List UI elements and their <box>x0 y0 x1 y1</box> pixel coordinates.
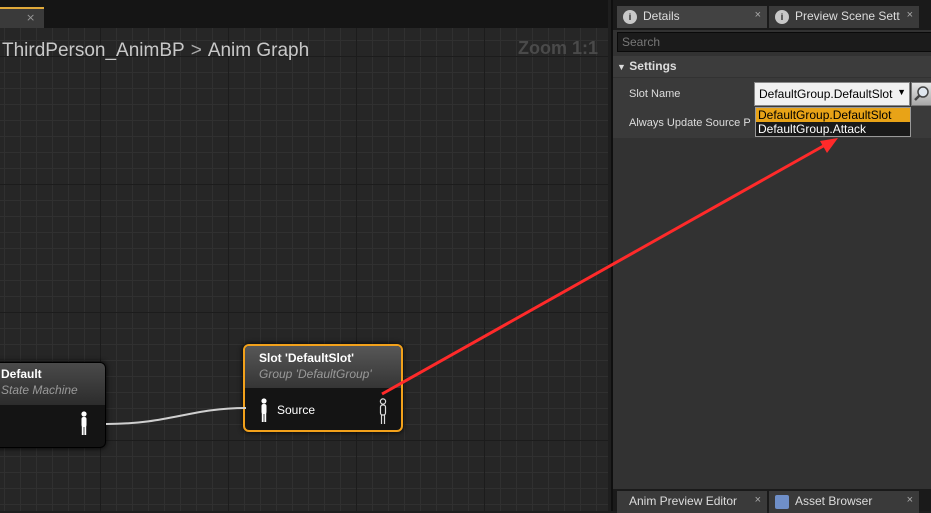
asset-browser-icon <box>775 495 789 509</box>
close-icon[interactable]: × <box>755 494 761 506</box>
zoom-level: Zoom 1:1 <box>517 38 598 58</box>
slot-node[interactable]: Slot 'DefaultSlot' Group 'DefaultGroup' … <box>243 344 403 432</box>
slot-name-combo[interactable]: DefaultGroup.DefaultSlot ▼ <box>754 82 910 106</box>
tab-preview-scene-settings[interactable]: i Preview Scene Sett × <box>769 6 919 28</box>
node-header: Default State Machine <box>0 363 105 405</box>
chevron-right-icon: > <box>190 40 202 61</box>
close-icon[interactable]: × <box>907 494 913 506</box>
always-update-source-label: Always Update Source P <box>629 117 751 129</box>
graph-header: ThirdPerson_AnimBP > Anim Graph Zoom 1:1 <box>0 30 608 70</box>
magnifier-icon <box>914 86 929 101</box>
tab-label: Anim Preview Editor <box>629 494 738 508</box>
pose-output-pin-icon[interactable] <box>377 398 389 426</box>
close-icon[interactable]: × <box>755 9 761 21</box>
settings-section-header[interactable]: ▼ Settings <box>613 56 931 77</box>
tab-label: Preview Scene Sett <box>795 9 900 23</box>
tab-label: Details <box>643 9 680 23</box>
chevron-down-icon: ▼ <box>897 87 906 97</box>
node-title: Slot 'DefaultSlot' <box>259 351 355 365</box>
tab-label: Asset Browser <box>795 494 873 508</box>
details-tab-strip: i Details × i Preview Scene Sett × <box>613 0 931 30</box>
tab-anim-preview-editor[interactable]: Anim Preview Editor × <box>617 491 767 513</box>
pose-input-pin-icon[interactable] <box>259 398 269 424</box>
breadcrumb-blueprint[interactable]: ThirdPerson_AnimBP <box>2 40 185 61</box>
tab-details[interactable]: i Details × <box>617 6 767 28</box>
combo-value: DefaultGroup.DefaultSlot <box>759 87 893 101</box>
breadcrumb-graph[interactable]: Anim Graph <box>208 40 309 61</box>
anim-graph-canvas[interactable]: × ThirdPerson_AnimBP > Anim Graph Zoom 1:1… <box>0 0 608 511</box>
document-tab[interactable]: × <box>0 7 44 28</box>
details-panel: i Details × i Preview Scene Sett × Searc… <box>611 0 931 513</box>
tab-asset-browser[interactable]: Asset Browser × <box>769 491 919 513</box>
close-icon[interactable]: × <box>26 11 35 24</box>
slot-name-label: Slot Name <box>629 88 681 100</box>
dropdown-option[interactable]: DefaultGroup.Attack <box>756 122 910 136</box>
document-tab-strip: × <box>0 0 608 28</box>
pose-output-pin-icon[interactable] <box>79 411 89 437</box>
info-icon: i <box>775 10 789 24</box>
node-title: Default <box>1 367 42 381</box>
node-subtitle: Group 'DefaultGroup' <box>259 367 372 381</box>
bottom-tab-strip: Anim Preview Editor × Asset Browser × <box>613 489 931 513</box>
browse-slot-button[interactable] <box>911 82 931 106</box>
section-title: Settings <box>629 59 677 73</box>
collapse-triangle-icon: ▼ <box>617 62 626 72</box>
source-pin-label: Source <box>277 403 316 417</box>
dropdown-option[interactable]: DefaultGroup.DefaultSlot <box>756 108 910 122</box>
state-machine-node[interactable]: Default State Machine <box>0 362 106 448</box>
node-header: Slot 'DefaultSlot' Group 'DefaultGroup' <box>245 346 401 388</box>
info-icon: i <box>623 10 637 24</box>
search-input[interactable]: Search <box>617 32 931 52</box>
node-subtitle: State Machine <box>1 383 78 397</box>
close-icon[interactable]: × <box>907 9 913 21</box>
breadcrumb: ThirdPerson_AnimBP > Anim Graph <box>2 40 309 62</box>
slot-name-dropdown-list: DefaultGroup.DefaultSlot DefaultGroup.At… <box>755 107 911 137</box>
